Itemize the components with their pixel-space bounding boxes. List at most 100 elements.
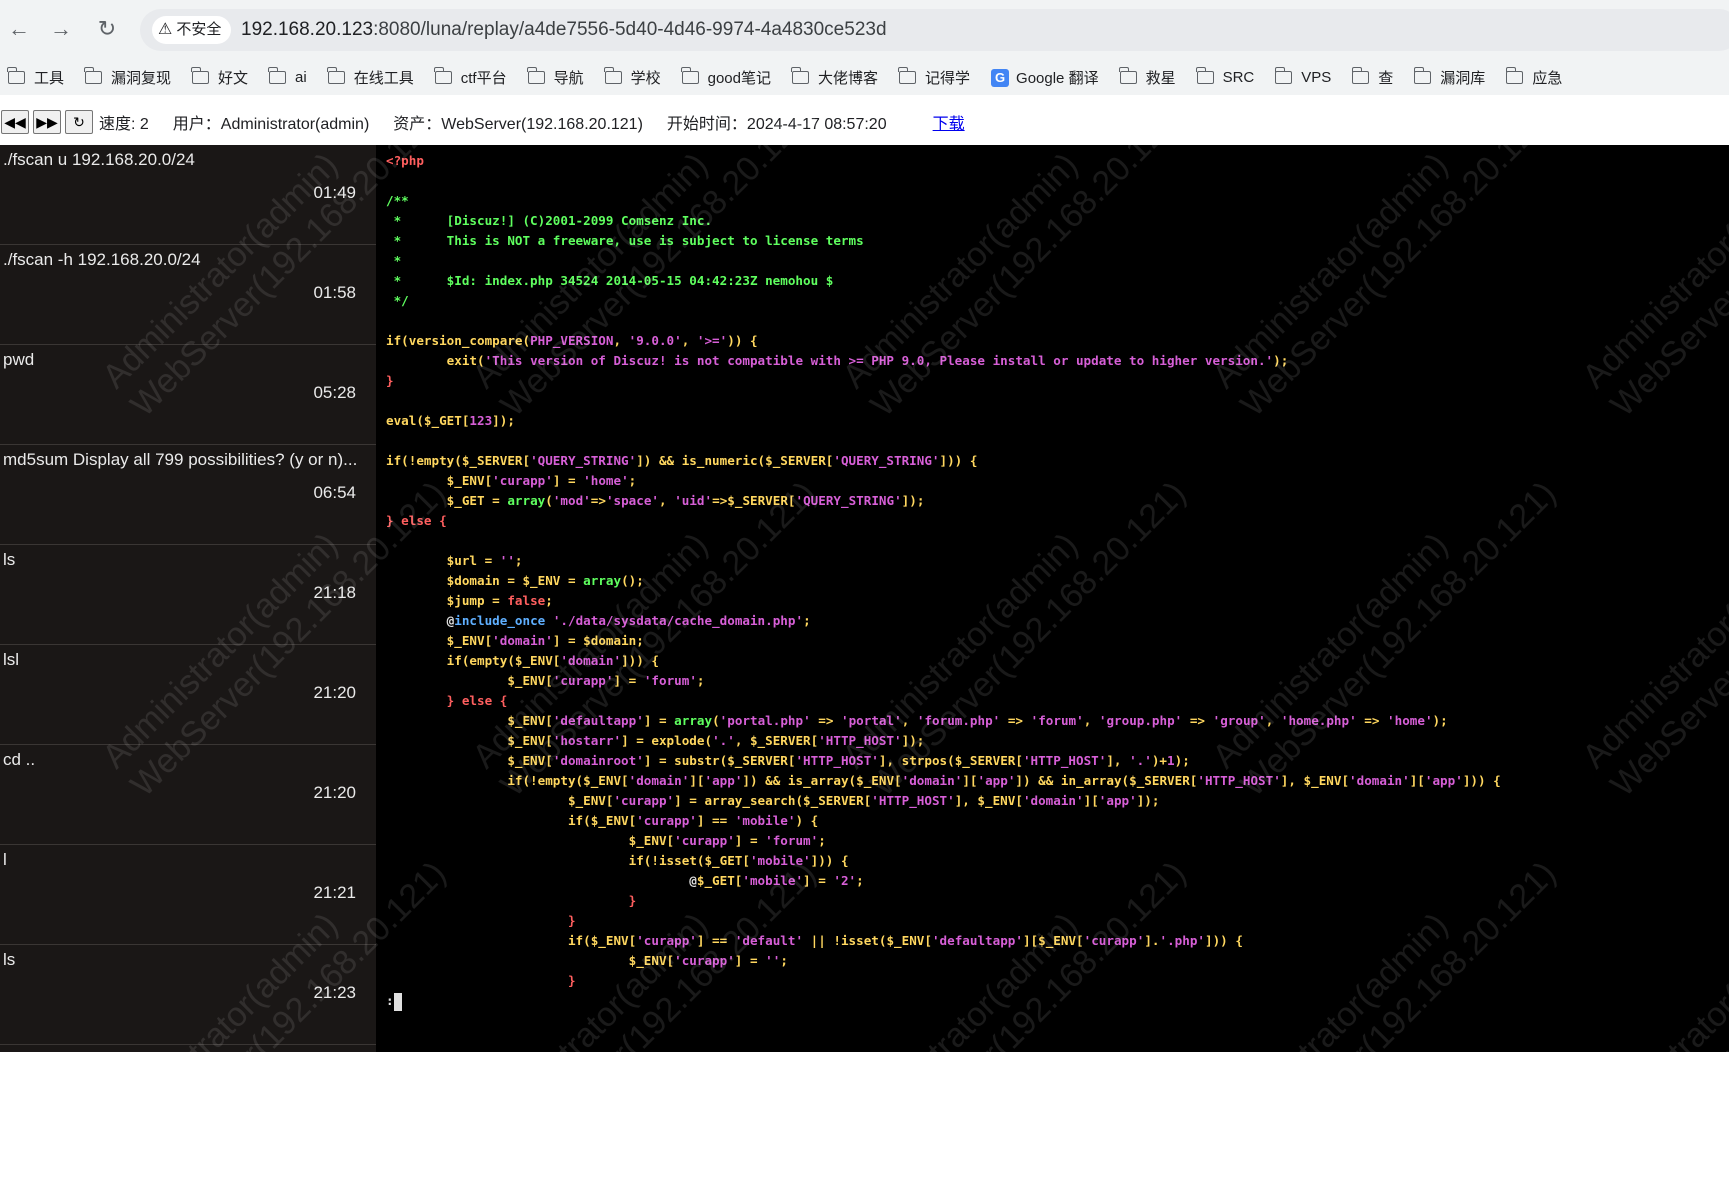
bookmark-item[interactable]: SRC (1195, 67, 1255, 86)
command-time: 21:20 (313, 783, 356, 802)
bookmark-item[interactable]: 好文 (191, 67, 249, 88)
command-text: cd .. (3, 750, 36, 769)
bookmark-item[interactable]: ctf平台 (434, 67, 507, 88)
command-item[interactable]: ./fscan u 192.168.20.0/24 01:49 (0, 145, 376, 245)
folder-icon (604, 67, 622, 84)
command-item[interactable]: cd .. 21:20 (0, 745, 376, 845)
command-time: 21:18 (313, 583, 356, 602)
bookmark-item[interactable]: ai (268, 67, 307, 86)
fast-forward-icon: ▶▶ (36, 113, 58, 130)
address-bar[interactable]: ⚠ 不安全 192.168.20.123:8080/luna/replay/a4d… (140, 9, 1729, 51)
terminal-output: <?php /** * [Discuz!] (C)2001-2099 Comse… (386, 151, 1501, 1011)
bookmark-label: 大佬博客 (818, 70, 879, 87)
bookmark-item[interactable]: G Google 翻译 (991, 67, 1099, 88)
bookmark-label: 漏洞库 (1440, 70, 1486, 87)
bookmark-label: 好文 (218, 70, 249, 87)
bookmark-label: 救星 (1145, 70, 1176, 87)
bookmark-item[interactable]: 漏洞库 (1413, 67, 1486, 88)
folder-icon (7, 67, 25, 84)
command-text: ls (3, 550, 16, 569)
command-item[interactable]: md5sum Display all 799 possibilities? (y… (0, 445, 376, 545)
replay-toolbar: ◀◀ ▶▶ ↻ 速度: 2 用户：Administrator(admin) 资产… (0, 107, 1729, 137)
security-label: 不安全 (176, 21, 222, 38)
command-time: 21:21 (313, 883, 356, 902)
command-text: l (3, 850, 7, 869)
bookmark-label: SRC (1222, 69, 1255, 86)
folder-icon (191, 67, 210, 84)
bookmark-label: ctf平台 (460, 70, 507, 87)
command-item[interactable]: ls 21:23 (0, 945, 376, 1045)
bookmarks-bar: 工具 漏洞复现 好文 ai 在线工具 ctf平台 导航 学校 good笔记 大佬博客 记得学 G Goo… (0, 60, 1729, 95)
bookmark-item[interactable]: 记得学 (898, 67, 971, 88)
user-info: 用户：Administrator(admin) (172, 116, 370, 133)
bookmark-item[interactable]: 导航 (526, 67, 584, 88)
command-text: md5sum Display all 799 possibilities? (y… (3, 450, 358, 469)
command-text: pwd (3, 350, 35, 369)
command-item[interactable]: pwd 05:28 (0, 345, 376, 445)
command-text: lsl (3, 650, 20, 669)
bookmark-label: 漏洞复现 (111, 70, 172, 87)
warning-triangle-icon: ⚠ (158, 21, 173, 38)
command-item[interactable]: ./fscan -h 192.168.20.0/24 01:58 (0, 245, 376, 345)
folder-icon (1351, 67, 1370, 84)
bookmark-item[interactable]: good笔记 (681, 67, 771, 88)
reload-icon[interactable]: ↻ (92, 14, 122, 44)
bookmark-item[interactable]: 漏洞复现 (84, 67, 172, 88)
folder-icon (681, 67, 699, 84)
replay-main: ./fscan u 192.168.20.0/24 01:49 ./fscan -h… (0, 94, 1729, 1184)
bookmark-item[interactable]: 大佬博客 (791, 67, 879, 88)
bookmark-item[interactable]: 学校 (604, 67, 661, 88)
bookmark-item[interactable]: 应急 (1505, 67, 1563, 88)
command-item[interactable]: l 21:21 (0, 845, 376, 945)
terminal-view[interactable]: <?php /** * [Discuz!] (C)2001-2099 Comse… (378, 145, 1729, 1052)
google-translate-icon: G (991, 68, 1010, 87)
folder-icon (526, 67, 545, 84)
back-arrow-icon[interactable]: ← (4, 14, 34, 44)
browser-toolbar: ← → ↻ ⚠ 不安全 192.168.20.123:8080/luna/repl… (0, 0, 1729, 60)
command-list[interactable]: ./fscan u 192.168.20.0/24 01:49 ./fscan -h… (0, 145, 376, 1052)
folder-icon (1274, 67, 1293, 84)
command-text: ls (3, 950, 16, 969)
bookmark-item[interactable]: 工具 (7, 67, 64, 88)
command-text: ./fscan u 192.168.20.0/24 (3, 150, 195, 169)
command-time: 06:54 (313, 483, 356, 502)
command-time: 01:49 (313, 183, 356, 202)
bookmark-label: 在线工具 (353, 70, 414, 87)
bookmark-label: 导航 (553, 70, 584, 87)
speed-indicator: 速度: 2 (99, 116, 149, 133)
bookmark-label: Google 翻译 (1016, 70, 1099, 87)
forward-arrow-icon[interactable]: → (46, 14, 76, 44)
folder-icon (1413, 67, 1432, 84)
folder-icon (84, 67, 103, 84)
command-item[interactable]: ls 21:18 (0, 545, 376, 645)
terminal-prompt: : (386, 993, 394, 1008)
folder-icon (898, 67, 917, 84)
bookmark-label: 记得学 (925, 70, 971, 87)
bookmark-label: 应急 (1532, 70, 1563, 87)
bookmark-label: good笔记 (707, 70, 771, 87)
command-text: ./fscan -h 192.168.20.0/24 (3, 250, 201, 269)
url-host: 192.168.20.123 (241, 19, 374, 40)
command-item[interactable]: lsl 21:20 (0, 645, 376, 745)
bookmark-label: ai (295, 69, 307, 86)
bookmark-label: VPS (1301, 69, 1332, 86)
bookmark-item[interactable]: 救星 (1118, 67, 1176, 88)
url-text[interactable]: 192.168.20.123:8080/luna/replay/a4de7556… (241, 9, 887, 51)
folder-icon (791, 67, 809, 84)
bookmark-label: 学校 (630, 70, 661, 87)
bookmark-item[interactable]: VPS (1274, 67, 1332, 86)
rewind-icon: ◀◀ (4, 113, 26, 130)
folder-icon (434, 67, 452, 84)
rewind-button[interactable]: ◀◀ (1, 110, 29, 134)
command-time: 21:23 (313, 983, 356, 1002)
fast-forward-button[interactable]: ▶▶ (33, 110, 61, 134)
bookmark-item[interactable]: 查 (1351, 67, 1393, 88)
command-time: 01:58 (313, 283, 356, 302)
bookmark-item[interactable]: 在线工具 (327, 67, 414, 88)
security-badge[interactable]: ⚠ 不安全 (152, 16, 232, 44)
restart-button[interactable]: ↻ (65, 110, 93, 134)
url-path: :8080/luna/replay/a4de7556-5d40-4d46-997… (373, 19, 887, 40)
terminal-cursor (393, 992, 402, 1011)
folder-icon (1118, 67, 1137, 84)
download-link[interactable]: 下载 (933, 110, 965, 134)
